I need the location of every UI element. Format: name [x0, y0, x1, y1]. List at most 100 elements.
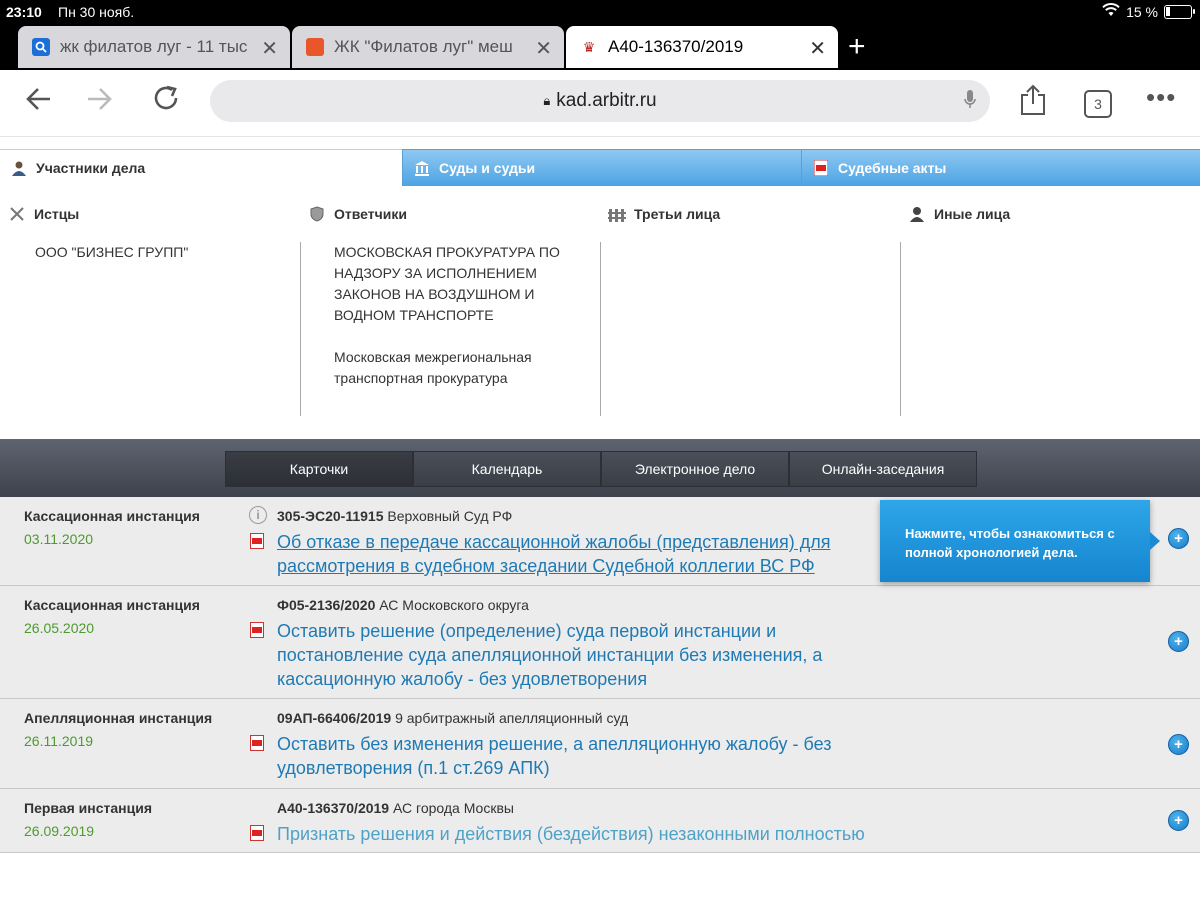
browser-tab[interactable]: жк филатов луг - 11 тыс ✕ [18, 26, 290, 68]
instance-label: Кассационная инстанция [24, 597, 200, 613]
case-number: Ф05-2136/2020 [277, 597, 376, 613]
tab-count-button[interactable]: 3 [1084, 90, 1112, 118]
case-number-line: Ф05-2136/2020 АС Московского округа [277, 597, 529, 613]
plaintiffs-column: Истцы ООО "БИЗНЕС ГРУПП" [0, 200, 300, 415]
column-divider [900, 242, 901, 416]
browser-tab[interactable]: ЖК "Филатов луг" меш ✕ [292, 26, 564, 68]
pdf-icon[interactable] [250, 735, 264, 751]
tab-acts-label: Судебные акты [838, 159, 947, 176]
plaintiffs-title: Истцы [34, 206, 80, 222]
site-favicon-icon [306, 38, 324, 56]
case-row: Кассационная инстанция 26.05.2020 Ф05-21… [0, 586, 1200, 699]
column-divider [600, 242, 601, 416]
tab-online-sessions[interactable]: Онлайн-заседания [789, 451, 977, 487]
browser-tab-title: А40-136370/2019 [608, 37, 744, 56]
courthouse-icon [413, 159, 431, 177]
case-number-line: 09АП-66406/2019 9 арбитражный апелляцион… [277, 710, 628, 726]
expand-history-button[interactable]: + [1168, 631, 1189, 652]
case-row: Апелляционная инстанция 26.11.2019 09АП-… [0, 699, 1200, 789]
browser-tab-title: жк филатов луг - 11 тыс [60, 37, 248, 56]
tooltip-text: Нажмите, чтобы ознакомиться с полной хро… [905, 526, 1115, 560]
url-text: kad.arbitr.ru [556, 90, 657, 111]
case-number-line: А40-136370/2019 АС города Москвы [277, 800, 514, 816]
defendant-name: МОСКОВСКАЯ ПРОКУРАТУРА ПО НАДЗОРУ ЗА ИСП… [334, 244, 560, 323]
participants-panel: Истцы ООО "БИЗНЕС ГРУПП" Ответчики МОСКО… [0, 200, 1200, 420]
expand-history-button[interactable]: + [1168, 528, 1189, 549]
document-link[interactable]: Об отказе в передаче кассационной жалобы… [277, 530, 847, 578]
document-link[interactable]: Оставить решение (определение) суда перв… [277, 619, 837, 691]
wifi-icon [1102, 3, 1120, 20]
emblem-icon: ♛ [582, 38, 596, 55]
plaintiff-name: ООО "БИЗНЕС ГРУПП" [35, 244, 189, 260]
fence-icon [608, 205, 626, 223]
search-icon [32, 38, 50, 56]
document-link[interactable]: Оставить без изменения решение, а апелля… [277, 732, 837, 780]
case-date: 03.11.2020 [24, 531, 94, 547]
back-button[interactable] [22, 84, 52, 122]
battery-percent: 15 % [1126, 3, 1158, 20]
browser-tab-bar: жк филатов луг - 11 тыс ✕ ЖК "Филатов лу… [0, 24, 1200, 70]
address-bar[interactable]: 🔒︎ kad.arbitr.ru [210, 80, 990, 122]
expand-history-button[interactable]: + [1168, 810, 1189, 831]
defendants-column: Ответчики МОСКОВСКАЯ ПРОКУРАТУРА ПО НАДЗ… [300, 200, 600, 416]
crossed-swords-icon [8, 205, 26, 223]
close-tab-icon[interactable]: ✕ [261, 36, 278, 61]
other-parties-column: Иные лица [900, 200, 1200, 416]
pdf-icon[interactable] [250, 622, 264, 638]
close-tab-icon[interactable]: ✕ [535, 36, 552, 61]
defendants-title: Ответчики [334, 206, 407, 222]
forward-button[interactable] [86, 84, 116, 122]
tab-courts[interactable]: Суды и судьи [402, 149, 802, 186]
defendant-name: Московская межрегиональная транспортная … [334, 349, 532, 386]
share-icon[interactable] [1020, 84, 1046, 121]
case-date: 26.05.2020 [24, 620, 95, 636]
pdf-icon[interactable] [250, 533, 264, 549]
expand-history-button[interactable]: + [1168, 734, 1189, 755]
tab-electronic-case[interactable]: Электронное дело [601, 451, 789, 487]
court-name: АС города Москвы [389, 800, 514, 816]
court-name: АС Московского округа [375, 597, 529, 613]
tab-participants[interactable]: Участники дела [0, 149, 402, 185]
other-parties-title: Иные лица [934, 206, 1011, 222]
status-bar: 23:10 Пн 30 нояб. 15 % [0, 0, 1200, 24]
case-date: 26.09.2019 [24, 823, 95, 839]
more-menu-icon[interactable]: ••• [1146, 82, 1176, 113]
case-row: Первая инстанция 26.09.2019 А40-136370/2… [0, 789, 1200, 853]
instance-label: Первая инстанция [24, 800, 152, 816]
view-switcher: Карточки Календарь Электронное дело Онла… [0, 439, 1200, 497]
case-date: 26.11.2019 [24, 733, 94, 749]
instance-label: Апелляционная инстанция [24, 710, 213, 726]
person-icon [10, 159, 28, 177]
tab-acts[interactable]: Судебные акты [801, 149, 1200, 186]
document-link[interactable]: Признать решения и действия (бездействия… [277, 822, 977, 846]
tab-calendar[interactable]: Календарь [413, 451, 601, 487]
reload-button[interactable] [152, 84, 182, 122]
case-number: А40-136370/2019 [277, 800, 390, 816]
case-section-tabs: Участники дела Суды и судьи Судебные акт… [0, 149, 1200, 186]
case-number-line: 305-ЭС20-11915 Верховный Суд РФ [277, 508, 512, 524]
column-divider [300, 242, 301, 416]
pdf-icon[interactable] [250, 825, 264, 841]
third-parties-column: Третьи лица [600, 200, 900, 416]
status-time: 23:10 [6, 4, 42, 20]
tab-participants-label: Участники дела [36, 159, 146, 176]
court-name: 9 арбитражный апелляционный суд [391, 710, 629, 726]
pdf-icon [812, 159, 830, 177]
tab-cards[interactable]: Карточки [225, 451, 413, 487]
instance-label: Кассационная инстанция [24, 508, 200, 524]
case-number: 09АП-66406/2019 [277, 710, 392, 726]
history-tooltip[interactable]: Нажмите, чтобы ознакомиться с полной хро… [880, 500, 1160, 582]
lock-icon: 🔒︎ [543, 93, 551, 108]
close-tab-icon[interactable]: ✕ [809, 36, 826, 61]
browser-tab-active[interactable]: ♛ А40-136370/2019 ✕ [566, 26, 838, 68]
status-date: Пн 30 нояб. [58, 4, 135, 20]
info-icon[interactable]: i [249, 506, 267, 524]
microphone-icon[interactable] [964, 90, 976, 108]
shield-icon [308, 205, 326, 223]
court-name: Верховный Суд РФ [383, 508, 513, 524]
case-number: 305-ЭС20-11915 [277, 508, 384, 524]
person-silhouette-icon [908, 205, 926, 223]
battery-icon [1164, 4, 1195, 19]
browser-toolbar: 🔒︎ kad.arbitr.ru 3 ••• [0, 70, 1200, 137]
new-tab-button[interactable]: + [848, 30, 866, 64]
